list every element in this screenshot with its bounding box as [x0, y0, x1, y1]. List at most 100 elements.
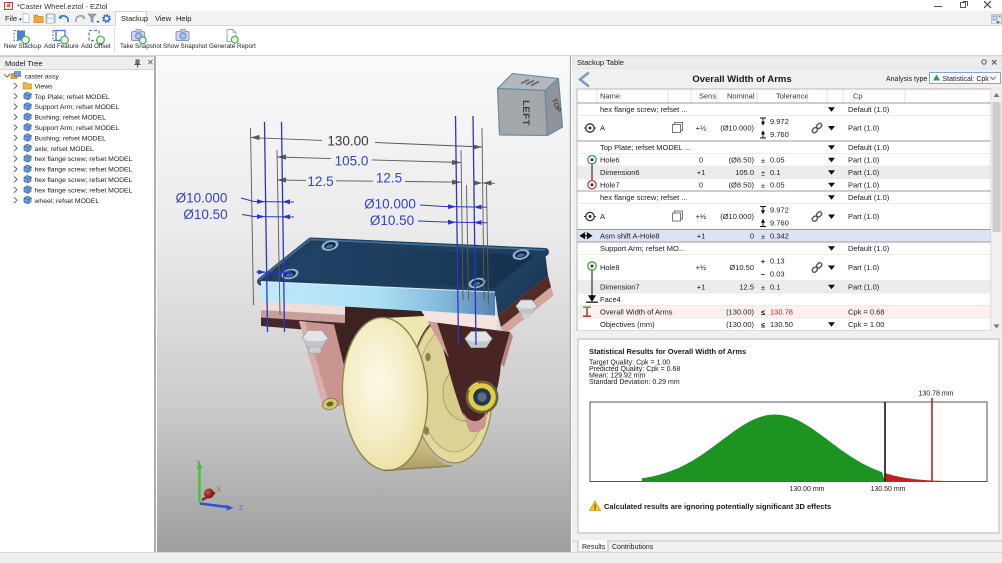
svg-text:hex flange screw; refset MODEL: hex flange screw; refset MODEL — [35, 177, 133, 184]
svg-text:±: ± — [761, 283, 765, 292]
svg-text:Ø10.000: Ø10.000 — [364, 197, 416, 212]
svg-text:Ø10.50: Ø10.50 — [370, 213, 414, 228]
svg-text:Support Arm; refset MO...: Support Arm; refset MO... — [600, 244, 685, 253]
svg-text:Asm shift A-Hole8: Asm shift A-Hole8 — [600, 231, 660, 240]
svg-text:+½: +½ — [696, 263, 707, 272]
svg-text:130.50: 130.50 — [770, 320, 793, 329]
svg-text:±: ± — [761, 181, 765, 190]
svg-text:105.0: 105.0 — [335, 154, 369, 169]
svg-text:±: ± — [761, 232, 765, 241]
svg-text:±: ± — [761, 156, 765, 165]
svg-text:130.50 mm: 130.50 mm — [870, 486, 905, 493]
svg-text:Default (1.0): Default (1.0) — [848, 193, 890, 202]
svg-text:Hole6: Hole6 — [600, 155, 620, 164]
svg-text:−: − — [761, 270, 766, 279]
svg-text:Part (1.0): Part (1.0) — [848, 212, 880, 221]
svg-text:hex flange screw; refset MODEL: hex flange screw; refset MODEL — [35, 167, 133, 174]
svg-text:(Ø10.000): (Ø10.000) — [720, 124, 754, 133]
svg-text:Bushing; refset MODEL: Bushing; refset MODEL — [35, 135, 107, 142]
svg-text:Bushing; refset MODEL: Bushing; refset MODEL — [35, 115, 107, 122]
svg-text:(Ø10.000): (Ø10.000) — [720, 212, 754, 221]
svg-text:Part (1.0): Part (1.0) — [848, 168, 880, 177]
svg-text:Hole8: Hole8 — [600, 263, 620, 272]
svg-text:Name: Name — [600, 92, 620, 101]
svg-text:!: ! — [594, 505, 596, 512]
svg-text:Face4: Face4 — [600, 295, 621, 304]
svg-text:Overall Width of Arms: Overall Width of Arms — [692, 74, 791, 85]
svg-text:0.13: 0.13 — [770, 257, 785, 266]
svg-text:0.05: 0.05 — [770, 180, 785, 189]
svg-text:+: + — [761, 257, 766, 266]
svg-text:Top Plate; refset MODEL: Top Plate; refset MODEL — [35, 94, 110, 101]
svg-text:≤: ≤ — [761, 320, 765, 329]
svg-text:9.760: 9.760 — [770, 219, 789, 228]
svg-text:Ø10.50: Ø10.50 — [183, 207, 227, 222]
svg-text:Standard Deviation: 0.29 mm: Standard Deviation: 0.29 mm — [589, 379, 680, 386]
svg-text:Dimension7: Dimension7 — [600, 282, 640, 291]
svg-text:0: 0 — [750, 231, 754, 240]
svg-text:0: 0 — [699, 155, 703, 164]
svg-text:Hole7: Hole7 — [600, 180, 620, 189]
svg-text:0: 0 — [699, 180, 703, 189]
svg-text:Support Arm; refset MODEL: Support Arm; refset MODEL — [35, 104, 120, 111]
svg-text:Cp: Cp — [853, 92, 863, 101]
svg-text:0.03: 0.03 — [770, 270, 785, 279]
svg-text:Part (1.0): Part (1.0) — [848, 282, 880, 291]
svg-text:9.972: 9.972 — [770, 117, 789, 126]
svg-text:+1: +1 — [697, 168, 706, 177]
svg-text:9.760: 9.760 — [770, 130, 789, 139]
svg-text:Support Arm; refset MODEL: Support Arm; refset MODEL — [35, 125, 120, 132]
svg-text:≤: ≤ — [761, 308, 765, 317]
svg-text:(130.00): (130.00) — [726, 307, 754, 316]
svg-text:Default (1.0): Default (1.0) — [848, 244, 890, 253]
svg-text:hex flange screw; refset MODEL: hex flange screw; refset MODEL — [35, 187, 133, 194]
svg-text:12.5: 12.5 — [307, 174, 333, 189]
svg-text:Dimension6: Dimension6 — [600, 168, 640, 177]
svg-text:Z: Z — [239, 505, 244, 512]
svg-text:hex flange screw; refset ...: hex flange screw; refset ... — [600, 105, 688, 114]
svg-text:+1: +1 — [697, 282, 706, 291]
svg-text:12.5: 12.5 — [376, 171, 402, 186]
svg-text:Objectives (mm): Objectives (mm) — [600, 320, 655, 329]
svg-text:(130.00): (130.00) — [726, 320, 754, 329]
svg-text:Part (1.0): Part (1.0) — [848, 263, 880, 272]
svg-text:9.972: 9.972 — [770, 206, 789, 215]
svg-text:+½: +½ — [696, 124, 707, 133]
svg-text:130.78 mm: 130.78 mm — [918, 391, 953, 398]
svg-text:+1: +1 — [697, 231, 706, 240]
svg-text:Statistical: Cpk: Statistical: Cpk — [943, 76, 990, 83]
svg-text:wheel; refset MODEL: wheel; refset MODEL — [34, 198, 100, 205]
svg-text:Results: Results — [582, 544, 606, 551]
svg-text:axle; refset MODEL: axle; refset MODEL — [35, 146, 95, 153]
svg-text:Part (1.0): Part (1.0) — [848, 180, 880, 189]
svg-text:Contributions: Contributions — [612, 544, 654, 551]
svg-text:Stackup Table: Stackup Table — [577, 58, 624, 67]
svg-text:130.00: 130.00 — [327, 134, 368, 149]
svg-text:Nominal: Nominal — [727, 92, 755, 101]
svg-text:caster assy: caster assy — [25, 73, 60, 80]
svg-text:hex flange screw; refset ...: hex flange screw; refset ... — [600, 193, 688, 202]
svg-text:Cpk = 1.00: Cpk = 1.00 — [848, 320, 884, 329]
svg-text:105.0: 105.0 — [735, 168, 754, 177]
svg-text:±: ± — [761, 168, 765, 177]
svg-text:Cpk = 0.68: Cpk = 0.68 — [848, 307, 884, 316]
svg-text:Tolerance: Tolerance — [776, 92, 809, 101]
svg-text:0.342: 0.342 — [770, 231, 789, 240]
svg-text:130.00 mm: 130.00 mm — [789, 486, 824, 493]
svg-text:Default (1.0): Default (1.0) — [848, 105, 890, 114]
svg-text:Views: Views — [35, 83, 54, 90]
svg-text:(Ø8.50): (Ø8.50) — [729, 180, 755, 189]
svg-text:Top Plate; refset MODEL ...: Top Plate; refset MODEL ... — [600, 143, 691, 152]
svg-text:Part (1.0): Part (1.0) — [848, 124, 880, 133]
svg-text:Ø10.50: Ø10.50 — [729, 263, 754, 272]
svg-text:130.78: 130.78 — [770, 307, 793, 316]
svg-text:A: A — [600, 212, 605, 221]
svg-text:hex flange screw; refset MODEL: hex flange screw; refset MODEL — [35, 156, 133, 163]
svg-text:(Ø8.50): (Ø8.50) — [729, 155, 755, 164]
svg-text:Statistical Results for Overal: Statistical Results for Overall Width of… — [589, 347, 746, 356]
svg-text:Analysis type: Analysis type — [886, 76, 927, 83]
svg-text:0.1: 0.1 — [770, 282, 780, 291]
svg-text:Overall Width of Arms: Overall Width of Arms — [600, 307, 673, 316]
svg-text:Sens: Sens — [699, 92, 716, 101]
svg-text:Calculated results are ignorin: Calculated results are ignoring potentia… — [604, 502, 831, 511]
